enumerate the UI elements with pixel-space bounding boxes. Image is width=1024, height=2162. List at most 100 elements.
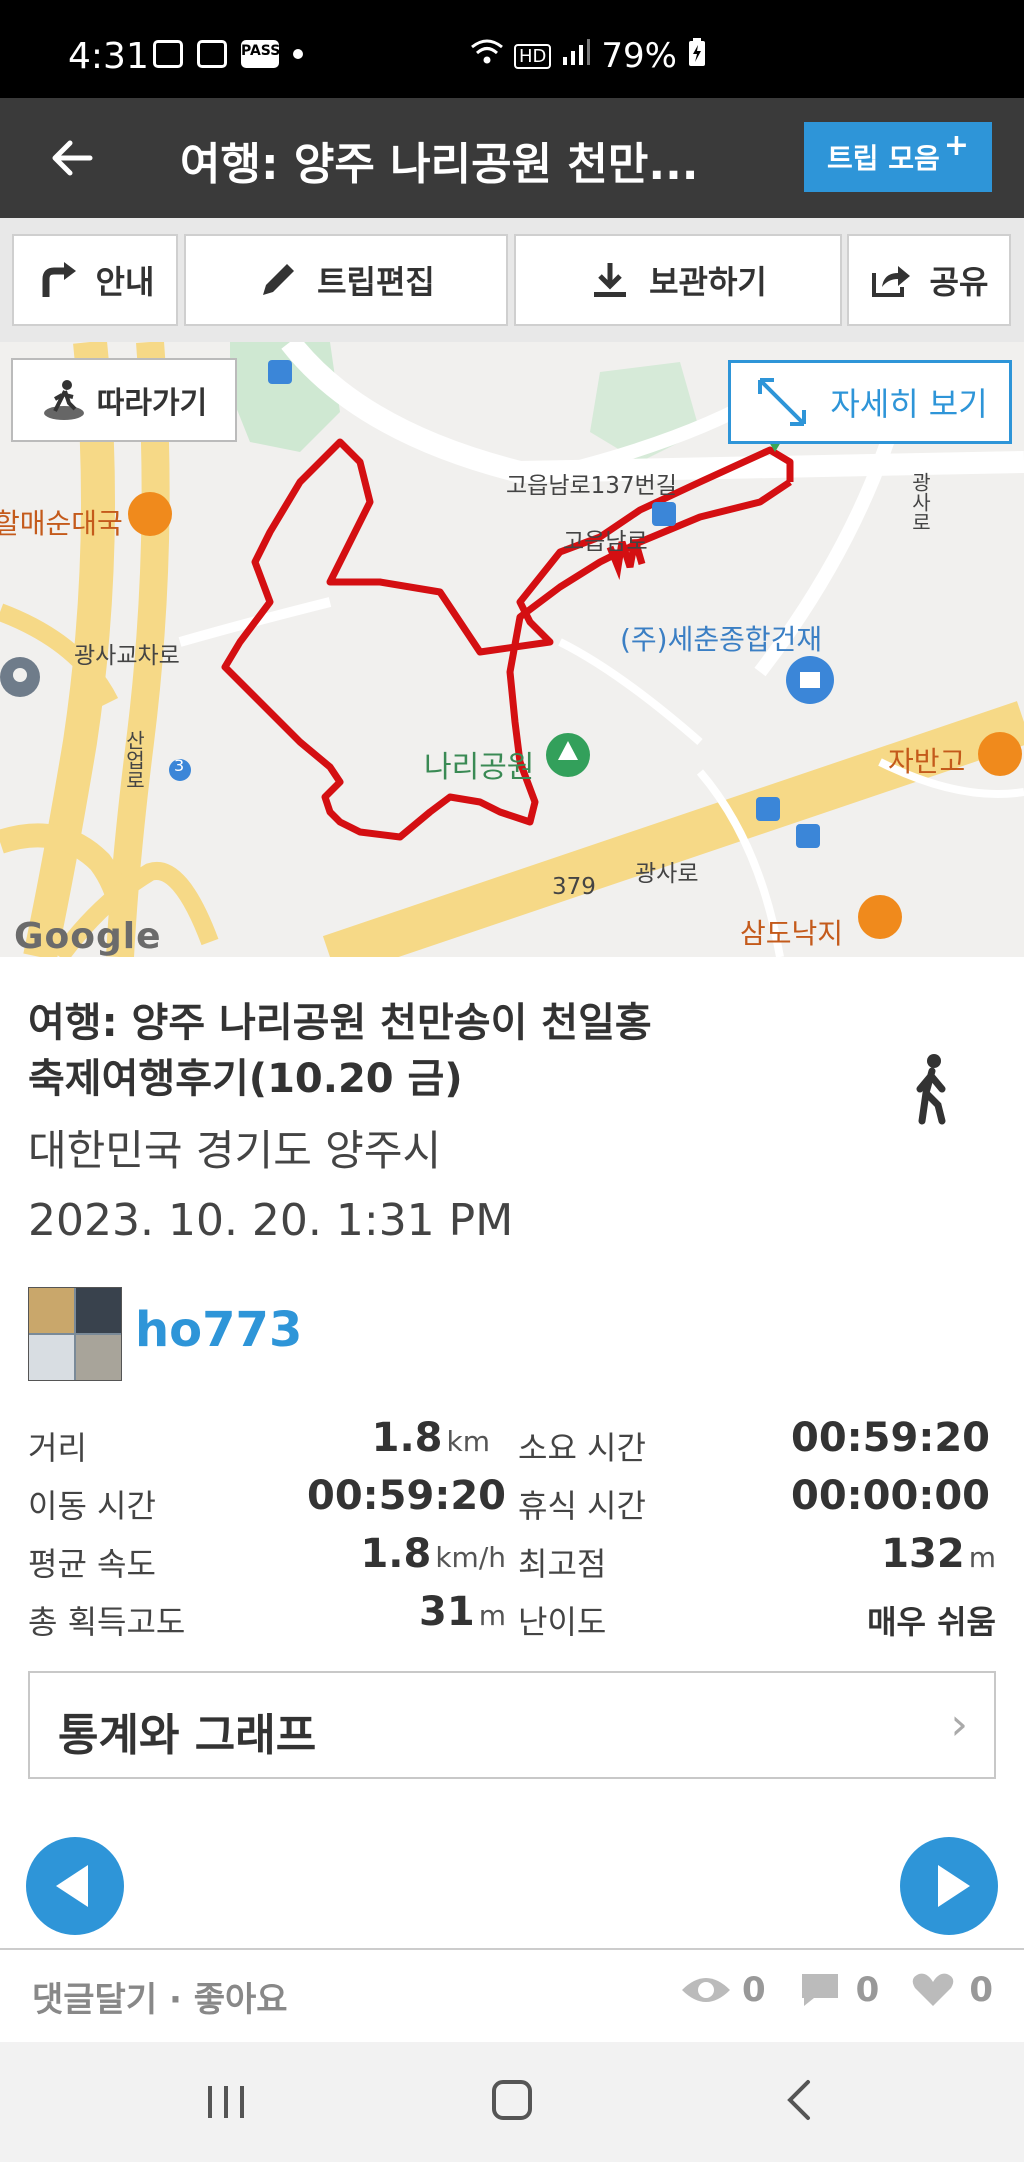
- stat-distance-label: 거리: [28, 1429, 87, 1467]
- speed-number: 1.8: [360, 1531, 432, 1577]
- download-icon: [594, 263, 627, 297]
- share-button[interactable]: 공유: [847, 234, 1011, 326]
- trip-title-line2: 축제여행후기(10.20 금): [28, 1056, 463, 1102]
- pass-icon: PASS: [241, 40, 280, 68]
- stats-graph-button[interactable]: 통계와 그래프 ›: [28, 1671, 996, 1779]
- previous-button[interactable]: [26, 1837, 124, 1935]
- stat-maxalt-label: 최고점: [518, 1545, 607, 1583]
- walking-icon: [900, 1053, 964, 1125]
- map-label-right-road: 광사로: [908, 472, 932, 532]
- stat-moving-label: 이동 시간: [28, 1487, 156, 1525]
- stat-difficulty-value: 매우 쉬움: [867, 1603, 996, 1641]
- trip-title-line1: 여행: 양주 나리공원 천만송이 천일홍: [28, 1000, 652, 1046]
- stat-maxalt-value: 132 m: [881, 1531, 996, 1577]
- more-dot-icon: [293, 49, 303, 59]
- speed-unit: km/h: [435, 1541, 506, 1574]
- status-right: HD 79%: [470, 36, 707, 76]
- home-icon[interactable]: [490, 2078, 534, 2122]
- eye-icon: [682, 1978, 730, 2002]
- trip-collection-label: 트립 모음: [827, 142, 940, 175]
- distance-number: 1.8: [371, 1415, 443, 1461]
- stat-speed-value: 1.8 km/h: [360, 1531, 506, 1577]
- app-bar: 여행: 양주 나리공원 천만... 트립 모음 +: [0, 98, 1024, 218]
- edit-trip-button[interactable]: 트립편집: [184, 234, 508, 326]
- avatar[interactable]: [28, 1287, 122, 1381]
- map-label-road2: 고읍남로: [563, 529, 648, 555]
- maxalt-unit: m: [968, 1541, 996, 1574]
- map-label-gwangsa-ro: 광사로: [635, 861, 699, 887]
- distance-unit: km: [446, 1425, 491, 1458]
- recent-apps-icon[interactable]: [204, 2082, 248, 2122]
- back-nav-icon[interactable]: [780, 2078, 820, 2122]
- map-label-crossroad: 광사교차로: [74, 643, 180, 669]
- map-label-route3: 3: [174, 756, 185, 775]
- trip-collection-button[interactable]: 트립 모음 +: [804, 122, 992, 192]
- wifi-icon: [470, 36, 504, 76]
- comment-like-link[interactable]: 댓글달기 · 좋아요: [32, 1972, 288, 2021]
- status-bar: 4:31 PASS HD 79%: [0, 0, 1024, 98]
- view-detail-label: 자세히 보기: [830, 385, 988, 423]
- stat-difficulty-label: 난이도: [518, 1603, 607, 1641]
- system-nav-bar: [0, 2042, 1024, 2162]
- chevron-right-icon: ›: [950, 1699, 968, 1750]
- trip-title: 여행: 양주 나리공원 천만송이 천일홍 축제여행후기(10.20 금): [28, 995, 788, 1107]
- hd-icon: HD: [514, 43, 552, 69]
- map-label-road1: 고읍남로137번길: [506, 473, 677, 499]
- stat-speed-label: 평균 속도: [28, 1545, 156, 1583]
- battery-icon: [687, 36, 707, 76]
- follow-button[interactable]: 따라가기: [11, 358, 237, 442]
- engagement-counts: 0 0 0: [680, 1970, 993, 2010]
- share-icon: [871, 266, 910, 297]
- stats-graph-label: 통계와 그래프: [58, 1710, 317, 1761]
- trip-location: 대한민국 경기도 양주시: [28, 1126, 442, 1175]
- battery-text: 79%: [601, 36, 677, 76]
- trip-datetime: 2023. 10. 20. 1:31 PM: [28, 1195, 514, 1246]
- stat-distance-value: 1.8 km: [372, 1415, 490, 1461]
- username-link[interactable]: ho773: [135, 1302, 302, 1358]
- gain-unit: m: [478, 1599, 506, 1632]
- heart-icon: [913, 1973, 954, 2006]
- next-button[interactable]: [900, 1837, 998, 1935]
- guide-label: 안내: [95, 263, 155, 301]
- view-detail-button[interactable]: 자세히 보기: [728, 360, 1012, 444]
- stat-rest-label: 휴식 시간: [518, 1487, 646, 1525]
- duration-number: 00:59:20: [791, 1415, 990, 1461]
- map-label-samdo: 삼도낙지: [740, 917, 844, 950]
- walker-icon: [43, 380, 84, 420]
- maxalt-number: 132: [881, 1531, 965, 1577]
- map-label-company: (주)세춘종합건재: [620, 623, 823, 656]
- gallery-icon: [153, 40, 183, 68]
- save-button[interactable]: 보관하기: [514, 234, 842, 326]
- map-label-vertical-road: 산업로: [122, 730, 146, 790]
- back-arrow-icon[interactable]: [46, 132, 98, 184]
- map-label-jabango: 자반고: [888, 745, 966, 778]
- share-label: 공유: [929, 263, 989, 301]
- pencil-icon: [263, 264, 295, 295]
- signal-icon: [561, 36, 591, 76]
- map-label-store: 할매순대국: [0, 507, 123, 540]
- likes-count: 0: [969, 1970, 994, 2010]
- comment-bar: 댓글달기 · 좋아요 0 0 0: [0, 1950, 1024, 2040]
- moving-number: 00:59:20: [307, 1473, 506, 1519]
- save-label: 보관하기: [649, 263, 767, 301]
- action-toolbar: 안내 트립편집 보관하기 공유: [0, 218, 1024, 342]
- edit-trip-label: 트립편집: [317, 263, 435, 301]
- views-count: 0: [742, 1970, 766, 2010]
- map-label-route-number: 379: [552, 874, 596, 900]
- status-time: 4:31: [68, 36, 149, 77]
- feather-icon: [197, 40, 227, 68]
- plus-icon: +: [943, 127, 969, 163]
- gain-number: 31: [419, 1589, 475, 1635]
- follow-label: 따라가기: [96, 386, 208, 421]
- stat-gain-label: 총 획득고도: [28, 1603, 186, 1641]
- comments-count: 0: [855, 1970, 880, 2010]
- stat-gain-value: 31 m: [419, 1589, 506, 1635]
- map-label-park: 나리공원: [424, 750, 535, 785]
- turn-right-icon: [42, 262, 76, 297]
- comment-icon: [801, 1974, 838, 2006]
- notification-icons: PASS: [153, 40, 303, 68]
- stat-duration-value: 00:59:20: [791, 1415, 990, 1461]
- route-map[interactable]: 고읍남로137번길 고읍남로 (주)세춘종합건재 나리공원 할매순대국 광사교차…: [0, 342, 1024, 957]
- guide-button[interactable]: 안내: [12, 234, 178, 326]
- play-left-icon: [56, 1865, 88, 1907]
